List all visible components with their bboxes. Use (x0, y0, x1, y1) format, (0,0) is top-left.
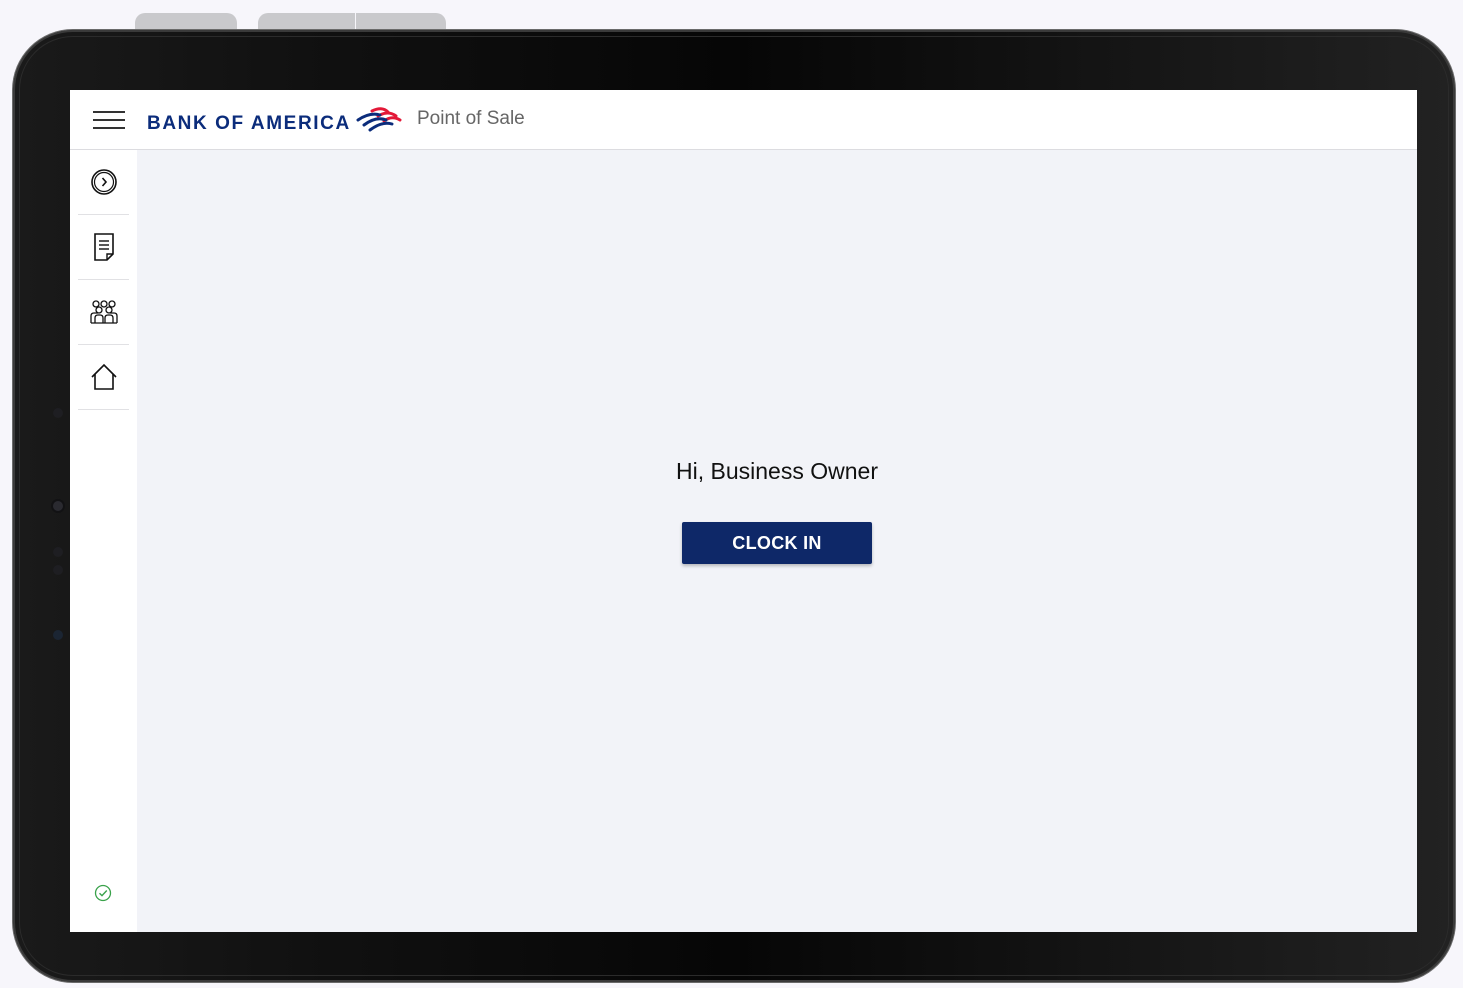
app-title: Point of Sale (417, 108, 525, 129)
app-header: BANK OF AMERICA Point of Sale (70, 90, 1417, 150)
receipt-icon (93, 233, 114, 261)
connection-status (94, 884, 112, 902)
nav-item-orders[interactable] (78, 215, 129, 280)
main-content: Hi, Business Owner CLOCK IN (137, 150, 1417, 932)
clock-in-button[interactable]: CLOCK IN (682, 522, 872, 564)
people-icon (89, 300, 118, 324)
brand-name: BANK OF AMERICA (147, 113, 351, 134)
hamburger-menu-button[interactable] (92, 110, 126, 132)
nav-item-customers[interactable] (78, 280, 129, 345)
app-screen: BANK OF AMERICA Point of Sale Hi, Busine… (70, 90, 1417, 932)
sensor-dot (53, 408, 63, 418)
light-sensor (53, 630, 63, 640)
nav-item-home[interactable] (78, 345, 129, 410)
sensor-dot (53, 547, 63, 557)
nav-item-clock[interactable] (78, 150, 129, 215)
camera-lens (53, 501, 63, 511)
side-navigation (70, 150, 137, 932)
greeting-text: Hi, Business Owner (676, 458, 878, 484)
home-icon (90, 363, 117, 390)
flag-logo-icon (356, 107, 402, 132)
check-circle-icon (94, 884, 112, 902)
sensor-dot (53, 565, 63, 575)
clock-icon (90, 169, 117, 195)
brand-logo: BANK OF AMERICA (147, 104, 402, 138)
